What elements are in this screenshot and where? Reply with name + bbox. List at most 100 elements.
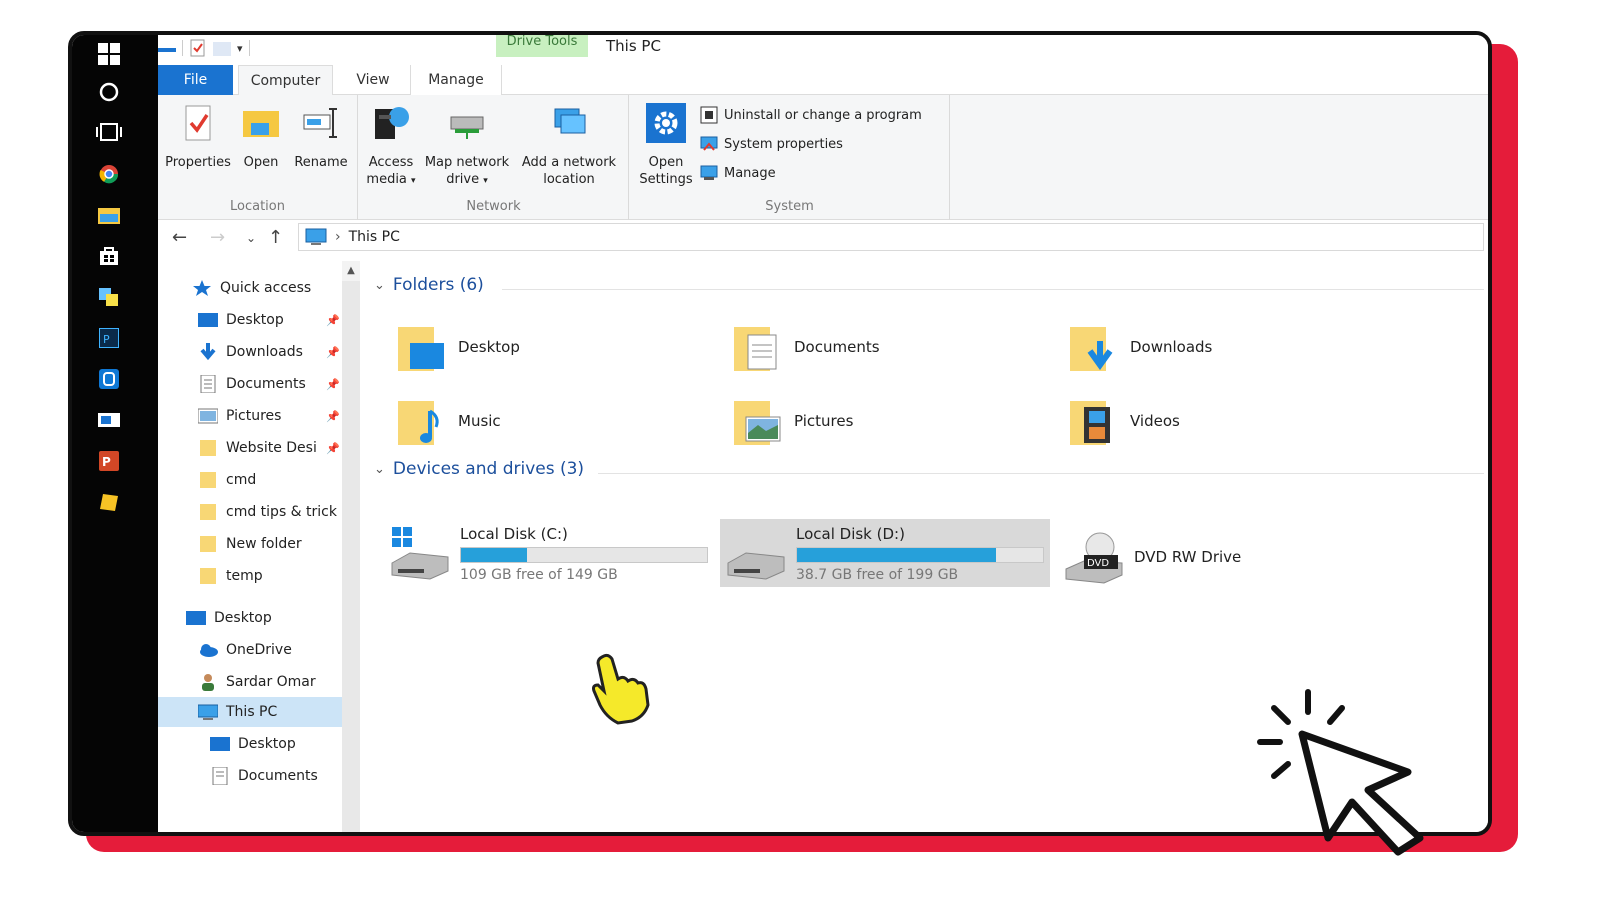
nav-user-label: Sardar Omar <box>226 674 316 690</box>
folder-icon <box>200 472 216 488</box>
folder-pictures[interactable]: Pictures <box>732 395 853 447</box>
breadcrumb-this-pc[interactable]: This PC <box>349 229 400 245</box>
folder-music-label: Music <box>458 412 501 430</box>
nav-this-pc[interactable]: This PC <box>158 697 342 727</box>
stickies-icon[interactable] <box>94 282 124 312</box>
pin-icon: 📌 <box>326 377 340 391</box>
drive-dvd-label: DVD RW Drive <box>1134 548 1242 566</box>
add-network-location-button[interactable]: Add a network location <box>515 103 623 188</box>
open-button[interactable]: Open <box>236 103 286 171</box>
user-icon <box>202 674 214 691</box>
svg-text:P: P <box>102 455 111 469</box>
ribbon-group-network-label: Network <box>466 199 521 214</box>
settings-gear-icon <box>646 103 686 143</box>
drive-d-usage-fill <box>797 548 997 562</box>
qat-folder-icon[interactable] <box>158 40 176 56</box>
outlook-icon[interactable] <box>94 364 124 394</box>
app-ps-icon[interactable]: P <box>94 323 124 353</box>
open-folder-icon <box>243 111 279 137</box>
breadcrumb-separator-icon: › <box>335 229 341 245</box>
section-divider <box>598 473 1484 474</box>
nav-quick-access[interactable]: Quick access <box>158 273 342 303</box>
onedrive-cloud-icon <box>200 644 218 657</box>
drive-d[interactable]: Local Disk (D:) 38.7 GB free of 199 GB <box>720 519 1050 587</box>
recent-chevron-down-icon[interactable]: ⌄ <box>246 231 256 245</box>
ribbon-group-location-label: Location <box>230 199 285 214</box>
nav-pc-documents[interactable]: Documents <box>158 761 342 791</box>
properties-icon <box>185 105 211 141</box>
properties-button[interactable]: Properties <box>164 103 232 171</box>
nav-temp-label: temp <box>226 568 263 584</box>
quick-access-toolbar: ▾ <box>158 37 250 59</box>
folder-videos[interactable]: Videos <box>1068 395 1180 447</box>
forward-arrow-icon[interactable]: → <box>210 227 225 248</box>
nav-user[interactable]: Sardar Omar <box>158 667 342 697</box>
folder-desktop[interactable]: Desktop <box>396 321 520 373</box>
tab-file[interactable]: File <box>158 65 233 95</box>
folder-music[interactable]: Music <box>396 395 501 447</box>
nav-website-design[interactable]: Website Desi 📌 <box>158 433 342 463</box>
nav-cmd-tips[interactable]: cmd tips & trick <box>158 497 342 527</box>
folder-videos-label: Videos <box>1130 412 1180 430</box>
nav-desktop[interactable]: Desktop 📌 <box>158 305 342 335</box>
access-media-button[interactable]: Access media ▾ <box>363 103 419 190</box>
ribbon-group-system: Open Settings Uninstall or change a prog… <box>630 95 950 220</box>
documents-folder-icon <box>734 327 777 371</box>
folder-documents[interactable]: Documents <box>732 321 880 373</box>
access-media-chevron-down-icon: ▾ <box>411 176 416 186</box>
chevron-down-icon: ⌄ <box>374 461 385 477</box>
windows-start-icon[interactable] <box>94 39 124 69</box>
ribbon-group-network: Access media ▾ Map network drive ▾ Add a… <box>359 95 629 220</box>
folder-desktop-label: Desktop <box>458 338 520 356</box>
nav-website-design-label: Website Desi <box>226 440 317 456</box>
chrome-icon[interactable] <box>94 159 124 189</box>
access-media-label-2: media <box>366 172 407 187</box>
tab-manage[interactable]: Manage <box>410 65 502 95</box>
nav-desktop-root[interactable]: Desktop <box>158 603 342 633</box>
manage-button[interactable]: Manage <box>700 163 776 183</box>
sticky-notes-icon[interactable] <box>94 487 124 517</box>
nav-pictures[interactable]: Pictures 📌 <box>158 401 342 431</box>
uninstall-icon <box>700 106 718 124</box>
nav-temp[interactable]: temp <box>158 561 342 591</box>
folders-section-header[interactable]: ⌄ Folders (6) <box>374 275 484 295</box>
nav-downloads[interactable]: Downloads 📌 <box>158 337 342 367</box>
desktop-icon <box>198 313 218 327</box>
drive-dvd[interactable]: DVD DVD RW Drive <box>1064 527 1304 587</box>
qat-properties-icon[interactable] <box>189 39 207 57</box>
back-arrow-icon[interactable]: ← <box>172 227 187 248</box>
nav-new-folder[interactable]: New folder <box>158 529 342 559</box>
nav-documents[interactable]: Documents 📌 <box>158 369 342 399</box>
uninstall-program-button[interactable]: Uninstall or change a program <box>700 105 922 125</box>
file-explorer-icon[interactable] <box>94 200 124 230</box>
task-view-icon[interactable] <box>94 117 124 147</box>
drive-c[interactable]: Local Disk (C:) 109 GB free of 149 GB <box>386 519 722 587</box>
map-drive-icon <box>450 116 484 139</box>
address-box[interactable]: › This PC <box>298 223 1484 251</box>
nav-scrollbar[interactable]: ▲ <box>342 261 360 832</box>
app-window-icon[interactable] <box>94 405 124 435</box>
rename-button[interactable]: Rename <box>290 103 352 171</box>
qat-new-folder-icon[interactable] <box>213 40 231 56</box>
open-settings-label-2: Settings <box>639 172 693 187</box>
access-media-label-1: Access <box>368 155 414 170</box>
open-settings-button[interactable]: Open Settings <box>636 103 696 188</box>
folder-downloads-label: Downloads <box>1130 338 1213 356</box>
folder-downloads[interactable]: Downloads <box>1068 321 1212 373</box>
store-icon[interactable] <box>94 241 124 271</box>
system-properties-button[interactable]: System properties <box>700 134 843 154</box>
search-circle-icon[interactable] <box>94 77 124 107</box>
nav-cmd[interactable]: cmd <box>158 465 342 495</box>
map-network-drive-button[interactable]: Map network drive ▾ <box>419 103 515 190</box>
qat-dropdown-icon[interactable]: ▾ <box>237 42 243 55</box>
powerpoint-icon[interactable]: P <box>94 446 124 476</box>
up-arrow-icon[interactable]: ↑ <box>268 227 283 248</box>
nav-onedrive[interactable]: OneDrive <box>158 635 342 665</box>
drives-section-header[interactable]: ⌄ Devices and drives (3) <box>374 459 584 479</box>
tab-computer[interactable]: Computer <box>238 65 333 95</box>
tab-view[interactable]: View <box>343 65 403 95</box>
ribbon-group-location: Properties Open Rename Location <box>158 95 358 220</box>
ribbon: Properties Open Rename Location Access m… <box>158 95 1488 220</box>
nav-pc-desktop[interactable]: Desktop <box>158 729 342 759</box>
scroll-up-icon[interactable]: ▲ <box>342 261 360 281</box>
